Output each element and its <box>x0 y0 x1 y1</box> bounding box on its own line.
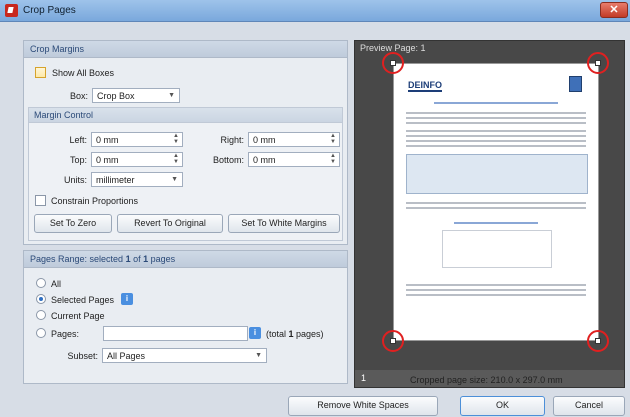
page-number: 1 <box>361 373 367 383</box>
doc-text-line <box>406 135 586 137</box>
window-title: Crop Pages <box>23 5 76 16</box>
highlight-circle <box>587 52 609 74</box>
doc-list-box <box>442 230 552 268</box>
doc-screenshot-image <box>406 154 588 194</box>
constrain-proportions-checkbox[interactable] <box>35 195 46 206</box>
doc-text-line <box>406 130 586 132</box>
doc-text-line <box>406 117 586 119</box>
set-to-white-margins-button[interactable]: Set To White Margins <box>228 214 340 233</box>
cancel-button[interactable]: Cancel <box>553 396 625 416</box>
doc-cover-image <box>569 76 582 92</box>
units-select[interactable]: millimeter ▼ <box>91 172 183 187</box>
right-margin-value: 0 mm <box>253 135 276 145</box>
close-button[interactable]: ✕ <box>600 2 628 18</box>
total-suffix: pages) <box>293 329 324 339</box>
pages-range-prefix: Pages Range: selected <box>30 254 126 264</box>
highlight-circle <box>587 330 609 352</box>
preview-panel: Preview Page: 1 DEINFO 1 <box>354 40 625 388</box>
pages-range-mid: of <box>130 254 144 264</box>
highlight-circle <box>382 330 404 352</box>
doc-logo: DEINFO <box>408 80 443 92</box>
remove-white-spaces-button[interactable]: Remove White Spaces <box>288 396 438 416</box>
box-label: Box: <box>69 91 88 101</box>
radio-all[interactable] <box>36 278 46 288</box>
radio-selected-pages-label: Selected Pages <box>51 295 115 305</box>
top-label: Top: <box>69 155 87 165</box>
chevron-down-icon: ▼ <box>255 352 262 359</box>
doc-text-line <box>406 207 586 209</box>
crop-margins-header: Crop Margins <box>24 41 347 58</box>
doc-text-line <box>406 294 586 296</box>
subset-select-value: All Pages <box>107 351 146 361</box>
radio-current-page[interactable] <box>36 310 46 320</box>
show-all-boxes-checkbox[interactable] <box>35 67 46 78</box>
info-icon[interactable]: i <box>249 327 261 339</box>
pages-range-header: Pages Range: selected 1 of 1 pages <box>24 251 347 268</box>
total-pages-label: (total 1 pages) <box>266 329 324 339</box>
left-margin-input[interactable]: 0 mm ▲ ▼ <box>91 132 183 147</box>
top-margin-input[interactable]: 0 mm ▲ ▼ <box>91 152 183 167</box>
spinner-icon[interactable]: ▲ ▼ <box>330 153 336 165</box>
doc-text-line <box>406 112 586 114</box>
box-select[interactable]: Crop Box ▼ <box>92 88 180 103</box>
total-prefix: (total <box>266 329 289 339</box>
cropped-size-label: Cropped page size: 210.0 x 297.0 mm <box>410 375 563 385</box>
constrain-proportions-label: Constrain Proportions <box>51 196 139 206</box>
top-margin-value: 0 mm <box>96 155 119 165</box>
doc-text-line <box>406 145 586 147</box>
doc-text-line <box>406 202 586 204</box>
doc-text-line <box>406 289 586 291</box>
left-margin-value: 0 mm <box>96 135 119 145</box>
doc-text-line <box>406 140 586 142</box>
app-icon <box>5 4 18 17</box>
bottom-label: Bottom: <box>212 155 244 165</box>
units-select-value: millimeter <box>96 175 135 185</box>
spinner-icon[interactable]: ▲ ▼ <box>173 133 179 145</box>
show-all-boxes-label: Show All Boxes <box>52 68 115 78</box>
doc-text-line <box>406 284 586 286</box>
margin-control-header: Margin Control <box>29 108 342 123</box>
spinner-icon[interactable]: ▲ ▼ <box>330 133 336 145</box>
doc-text-line <box>406 122 586 124</box>
title-bar: Crop Pages ✕ <box>0 0 630 22</box>
units-label: Units: <box>63 175 87 185</box>
radio-selected-pages[interactable] <box>36 294 46 304</box>
bottom-margin-input[interactable]: 0 mm ▲ ▼ <box>248 152 340 167</box>
revert-to-original-button[interactable]: Revert To Original <box>117 214 223 233</box>
set-to-zero-button[interactable]: Set To Zero <box>34 214 112 233</box>
radio-pages-label: Pages: <box>51 329 80 339</box>
radio-pages[interactable] <box>36 328 46 338</box>
page-thumbnail[interactable]: DEINFO <box>393 63 599 341</box>
pages-input[interactable] <box>103 326 248 341</box>
radio-current-page-label: Current Page <box>51 311 105 321</box>
right-margin-input[interactable]: 0 mm ▲ ▼ <box>248 132 340 147</box>
left-label: Left: <box>69 135 87 145</box>
bottom-margin-value: 0 mm <box>253 155 276 165</box>
doc-text-line <box>454 222 538 224</box>
highlight-circle <box>382 52 404 74</box>
chevron-down-icon: ▼ <box>171 176 178 183</box>
spinner-icon[interactable]: ▲ ▼ <box>173 153 179 165</box>
doc-text-line <box>434 102 558 104</box>
box-select-value: Crop Box <box>97 91 135 101</box>
radio-all-label: All <box>51 279 62 289</box>
info-icon[interactable]: i <box>121 293 133 305</box>
ok-button[interactable]: OK <box>460 396 545 416</box>
right-label: Right: <box>220 135 244 145</box>
pages-range-suffix: pages <box>148 254 176 264</box>
subset-select[interactable]: All Pages ▼ <box>102 348 267 363</box>
subset-label: Subset: <box>67 351 98 361</box>
chevron-down-icon: ▼ <box>168 92 175 99</box>
